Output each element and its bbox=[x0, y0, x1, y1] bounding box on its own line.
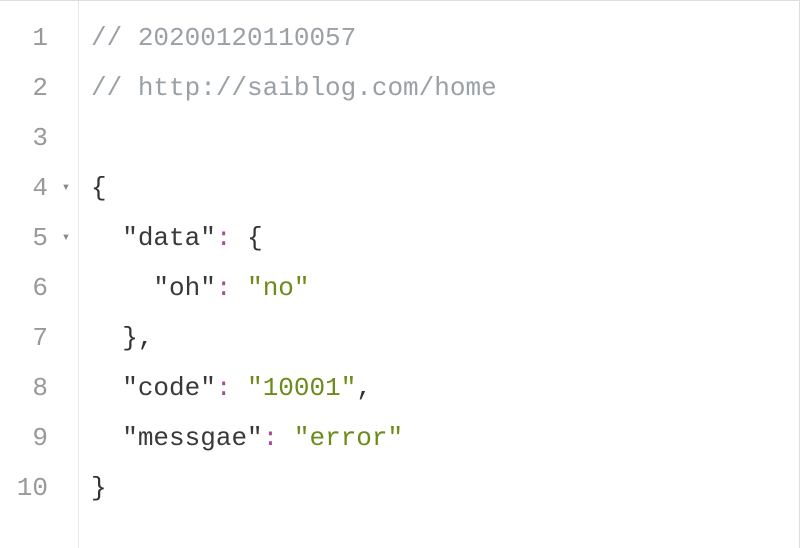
brace: { bbox=[247, 223, 263, 253]
line-numbers: 1 2 3 4 5 6 7 8 9 10 bbox=[0, 13, 54, 548]
colon: : bbox=[263, 423, 294, 453]
code-line: "code": "10001", bbox=[91, 363, 799, 413]
chevron-down-icon: ▾ bbox=[62, 213, 70, 263]
colon: : bbox=[216, 373, 247, 403]
json-string: "no" bbox=[247, 273, 309, 303]
gutter: 1 2 3 4 5 6 7 8 9 10 ▾ ▾ bbox=[0, 1, 79, 548]
code-line: "data": { bbox=[91, 213, 799, 263]
code-line: // http://saiblog.com/home bbox=[91, 63, 799, 113]
json-key: "messgae" bbox=[122, 423, 262, 453]
json-key: "oh" bbox=[153, 273, 215, 303]
line-number: 1 bbox=[14, 13, 48, 63]
line-number: 3 bbox=[14, 113, 48, 163]
line-number: 8 bbox=[14, 363, 48, 413]
fold-cell bbox=[54, 463, 78, 513]
line-number: 6 bbox=[14, 263, 48, 313]
comment-text: // 20200120110057 bbox=[91, 23, 356, 53]
code-line: "oh": "no" bbox=[91, 263, 799, 313]
code-line: "messgae": "error" bbox=[91, 413, 799, 463]
line-number: 2 bbox=[14, 63, 48, 113]
json-string: "10001" bbox=[247, 373, 356, 403]
fold-cell bbox=[54, 413, 78, 463]
code-line: }, bbox=[91, 313, 799, 363]
code-line: { bbox=[91, 163, 799, 213]
brace: } bbox=[91, 473, 107, 503]
line-number: 9 bbox=[14, 413, 48, 463]
line-number: 5 bbox=[14, 213, 48, 263]
code-line bbox=[91, 113, 799, 163]
code-line: } bbox=[91, 463, 799, 513]
code-area[interactable]: // 20200120110057 // http://saiblog.com/… bbox=[79, 1, 799, 548]
fold-toggle[interactable]: ▾ bbox=[54, 163, 78, 213]
brace: { bbox=[91, 173, 107, 203]
line-number: 4 bbox=[14, 163, 48, 213]
fold-cell bbox=[54, 363, 78, 413]
colon: : bbox=[216, 273, 247, 303]
json-key: "data" bbox=[122, 223, 216, 253]
fold-cell bbox=[54, 13, 78, 63]
chevron-down-icon: ▾ bbox=[62, 163, 70, 213]
colon: : bbox=[216, 223, 247, 253]
code-editor: 1 2 3 4 5 6 7 8 9 10 ▾ ▾ // 202001201100… bbox=[0, 0, 800, 548]
comma: , bbox=[356, 373, 372, 403]
line-number: 7 bbox=[14, 313, 48, 363]
fold-cell bbox=[54, 113, 78, 163]
code-line: // 20200120110057 bbox=[91, 13, 799, 63]
comment-text: // http://saiblog.com/home bbox=[91, 73, 497, 103]
fold-column: ▾ ▾ bbox=[54, 13, 78, 548]
json-string: "error" bbox=[294, 423, 403, 453]
brace: }, bbox=[122, 323, 153, 353]
json-key: "code" bbox=[122, 373, 216, 403]
fold-cell bbox=[54, 63, 78, 113]
fold-cell bbox=[54, 263, 78, 313]
line-number: 10 bbox=[14, 463, 48, 513]
fold-cell bbox=[54, 313, 78, 363]
fold-toggle[interactable]: ▾ bbox=[54, 213, 78, 263]
